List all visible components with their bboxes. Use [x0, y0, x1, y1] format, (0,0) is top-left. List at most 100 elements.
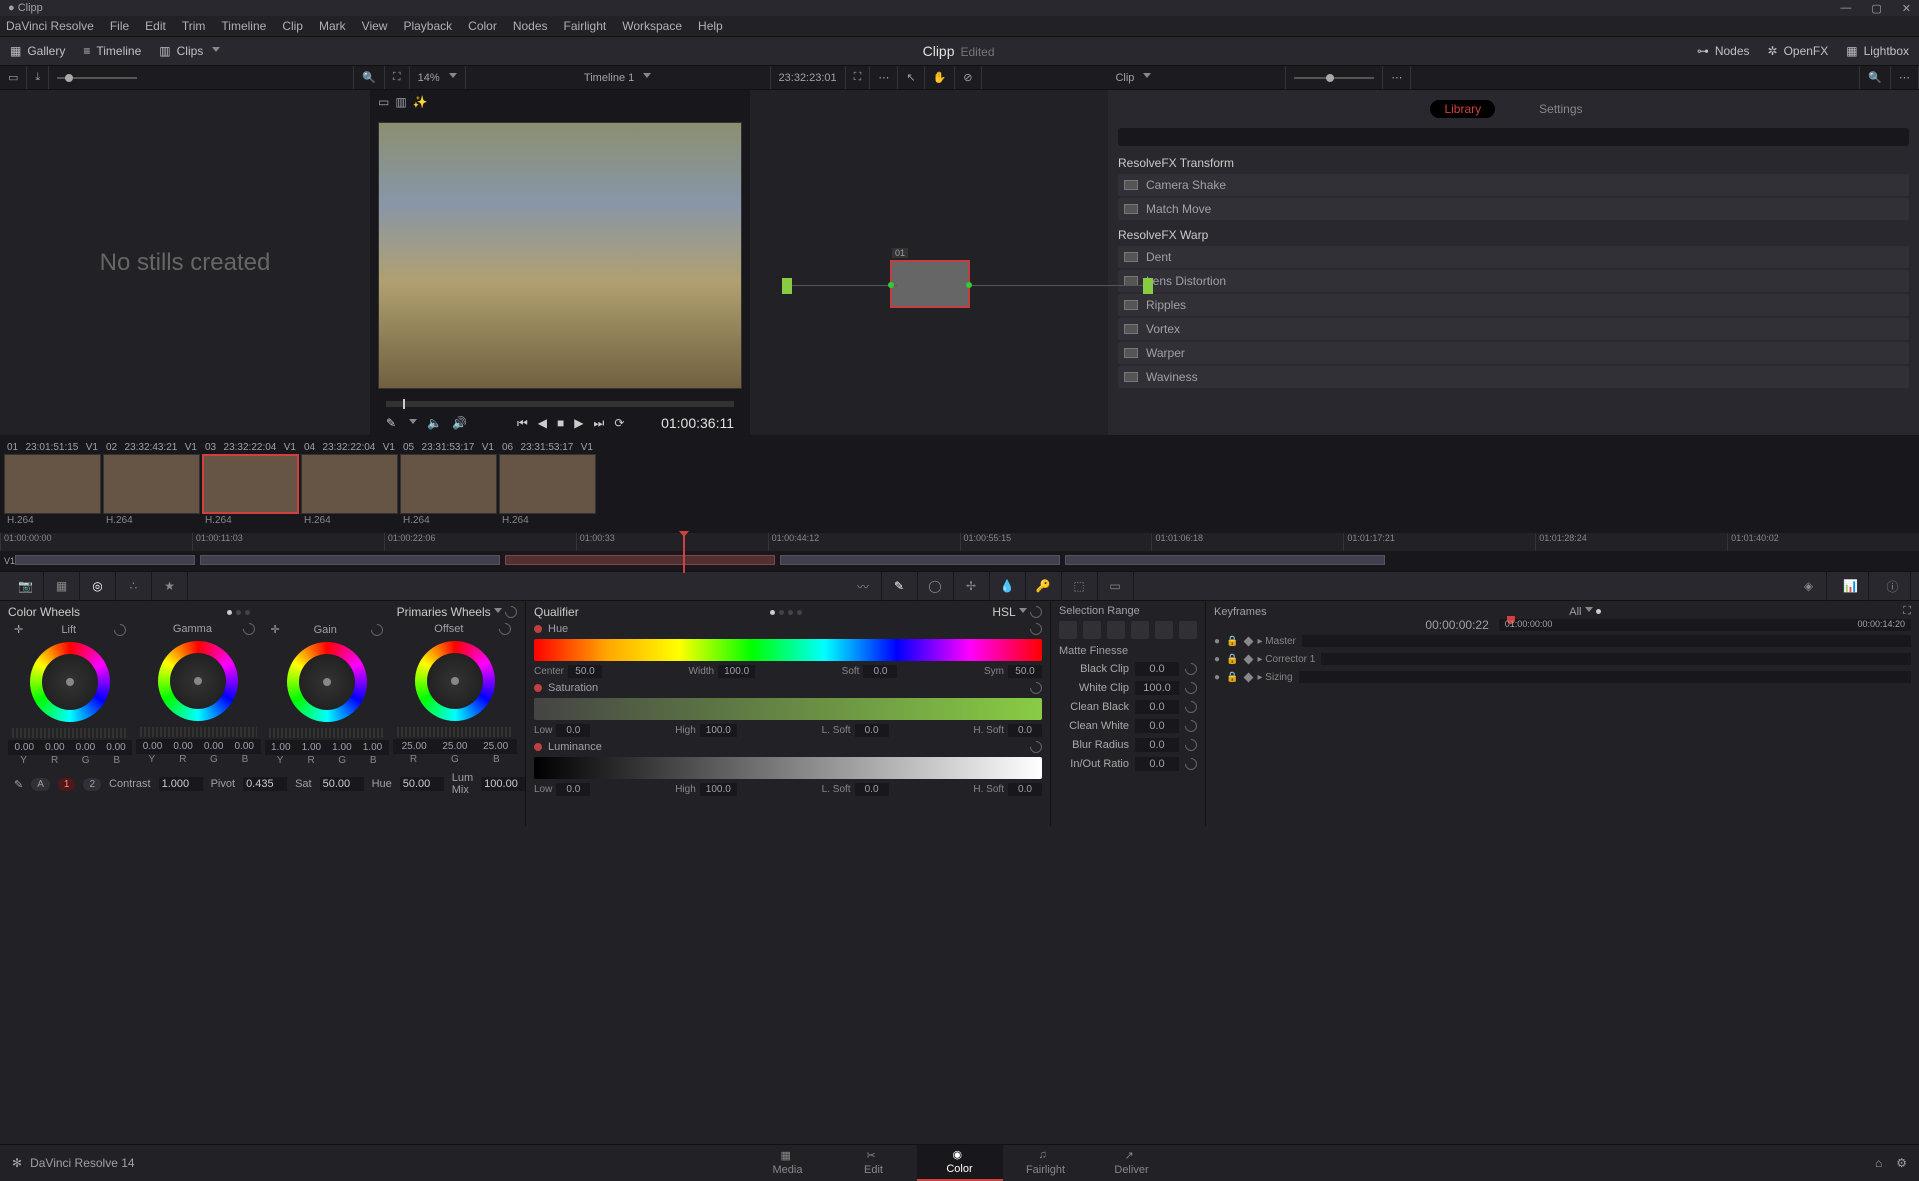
menu-file[interactable]: File	[110, 19, 129, 33]
enable-toggle[interactable]	[534, 684, 542, 692]
clip-thumb-05[interactable]: 0523:31:53:17V1 H.264	[400, 441, 497, 527]
jog-wheel[interactable]	[397, 727, 513, 737]
picker-sub-icon[interactable]	[1083, 621, 1101, 639]
reset-icon[interactable]	[1183, 737, 1200, 754]
arrow-tool-icon[interactable]: ↖	[898, 66, 924, 89]
reset-icon[interactable]	[1183, 661, 1200, 678]
project-settings-icon[interactable]: ⚙	[1896, 1156, 1907, 1170]
info-icon[interactable]: ⓘ	[1875, 571, 1911, 601]
lock-icon[interactable]: 🔒	[1226, 636, 1238, 647]
lock-icon[interactable]: 🔒	[1226, 672, 1238, 683]
contrast-input[interactable]	[159, 777, 203, 791]
reset-icon[interactable]	[1183, 699, 1200, 716]
expand-keyframes-icon[interactable]: ⛶	[1903, 605, 1911, 618]
keyframe-icon[interactable]	[1243, 636, 1253, 646]
kf-track-master[interactable]: ● 🔒 ▸ Master	[1214, 632, 1911, 650]
clip-thumb-06[interactable]: 0623:31:53:17V1 H.264	[499, 441, 596, 527]
keyframe-filter[interactable]: All	[1569, 606, 1581, 618]
matte-clean-white[interactable]: 0.0	[1135, 719, 1179, 733]
node-01[interactable]: 01	[890, 260, 970, 308]
next-clip-icon[interactable]: ⏭	[594, 416, 605, 431]
playhead[interactable]	[683, 533, 685, 573]
jog-wheel[interactable]	[140, 727, 256, 737]
close-icon[interactable]: ✕	[1902, 2, 1911, 15]
picker-add-icon[interactable]	[1059, 621, 1077, 639]
page-fairlight[interactable]: ♫Fairlight	[1003, 1145, 1089, 1181]
volume-icon[interactable]: 🔊	[452, 416, 467, 430]
hue-range[interactable]	[534, 639, 1042, 661]
menu-nodes[interactable]: Nodes	[513, 19, 548, 33]
fx-item-dent[interactable]: Dent	[1118, 246, 1909, 268]
menu-help[interactable]: Help	[698, 19, 723, 33]
clip-thumb-04[interactable]: 0423:32:22:04V1 H.264	[301, 441, 398, 527]
qualifier-icon[interactable]: ✎	[882, 571, 918, 601]
matte-in-out-ratio[interactable]: 0.0	[1135, 757, 1179, 771]
invert-icon[interactable]	[1179, 621, 1197, 639]
nodes-panel[interactable]: 01	[750, 90, 1108, 435]
tracker-icon[interactable]: ✢	[954, 571, 990, 601]
timeline-track[interactable]: V1	[0, 551, 1919, 571]
kf-track-corrector-1[interactable]: ● 🔒 ▸ Corrector 1	[1214, 650, 1911, 668]
gallery-zoom-slider[interactable]	[57, 77, 137, 79]
prev-clip-icon[interactable]: ⏮	[517, 416, 528, 431]
stop-icon[interactable]: ■	[557, 416, 564, 430]
settings-tab[interactable]: Settings	[1525, 100, 1596, 118]
picker-icon[interactable]: ✎	[386, 416, 396, 430]
play-icon[interactable]: ▶	[574, 416, 583, 430]
saturation-range[interactable]	[534, 698, 1042, 720]
menu-trim[interactable]: Trim	[182, 19, 206, 33]
node-zoom-slider[interactable]	[1294, 77, 1374, 79]
reset-icon[interactable]	[1028, 621, 1045, 638]
lightbox-button[interactable]: ▦Lightbox	[1846, 44, 1909, 58]
reset-icon[interactable]	[1028, 604, 1045, 621]
reset-icon[interactable]	[497, 621, 514, 638]
home-icon[interactable]: ⌂	[1875, 1156, 1882, 1170]
menu-timeline[interactable]: Timeline	[221, 19, 266, 33]
clips-button[interactable]: ▥Clips	[159, 44, 220, 58]
reset-icon[interactable]	[503, 604, 520, 621]
menu-davinci-resolve[interactable]: DaVinci Resolve	[6, 19, 94, 33]
page-deliver[interactable]: ↗Deliver	[1089, 1145, 1175, 1181]
cross-icon[interactable]: ✛	[14, 623, 23, 636]
jog-wheel[interactable]	[12, 728, 128, 738]
mute-icon[interactable]: 🔈	[427, 416, 442, 430]
reset-icon[interactable]	[368, 621, 385, 638]
clip-thumb-03[interactable]: 0323:32:22:04V1 H.264	[202, 441, 299, 527]
library-tab[interactable]: Library	[1430, 100, 1495, 118]
color-wheels-icon[interactable]: ◎	[80, 571, 116, 601]
viewer-mode1-icon[interactable]: ▭	[378, 95, 389, 109]
search-icon[interactable]: 🔍	[354, 66, 385, 89]
eraser-icon[interactable]	[1131, 621, 1149, 639]
reset-icon[interactable]	[240, 621, 257, 638]
gallery-button[interactable]: ▦Gallery	[10, 44, 65, 58]
cross-icon[interactable]: ✛	[271, 623, 280, 636]
pill-2[interactable]: 2	[83, 778, 101, 791]
viewer-wand-icon[interactable]: ✨	[413, 95, 428, 109]
matte-black-clip[interactable]: 0.0	[1135, 662, 1179, 676]
timeline-timecode[interactable]: 23:32:23:01	[771, 66, 846, 89]
kf-track-sizing[interactable]: ● 🔒 ▸ Sizing	[1214, 668, 1911, 686]
fx-item-warper[interactable]: Warper	[1118, 342, 1909, 364]
reset-icon[interactable]	[112, 621, 129, 638]
fx-item-waviness[interactable]: Waviness	[1118, 366, 1909, 388]
hue-input[interactable]	[400, 777, 444, 791]
bypass-icon[interactable]: ⊘	[955, 66, 981, 89]
matte-blur-radius[interactable]: 0.0	[1135, 738, 1179, 752]
color-wheel[interactable]	[158, 641, 238, 721]
fx-item-vortex[interactable]: Vortex	[1118, 318, 1909, 340]
viewer-options-icon[interactable]: ⋯	[870, 66, 898, 89]
color-wheel[interactable]	[415, 641, 495, 721]
fx-search-input[interactable]	[1118, 128, 1909, 146]
picker-soft-icon[interactable]	[1107, 621, 1125, 639]
page-color[interactable]: ◉Color	[917, 1145, 1003, 1181]
reset-icon[interactable]	[1183, 680, 1200, 697]
enable-toggle[interactable]	[534, 625, 542, 633]
openfx-button[interactable]: ✲OpenFX	[1768, 44, 1829, 58]
lummix-input[interactable]	[481, 777, 525, 791]
fx-item-ripples[interactable]: Ripples	[1118, 294, 1909, 316]
reset-icon[interactable]	[1028, 739, 1045, 756]
color-match-icon[interactable]: ▦	[44, 571, 80, 601]
menu-color[interactable]: Color	[468, 19, 497, 33]
reset-icon[interactable]	[1183, 718, 1200, 735]
timeline-ruler[interactable]: 01:00:00:0001:00:11:0301:00:22:0601:00:3…	[0, 533, 1919, 551]
